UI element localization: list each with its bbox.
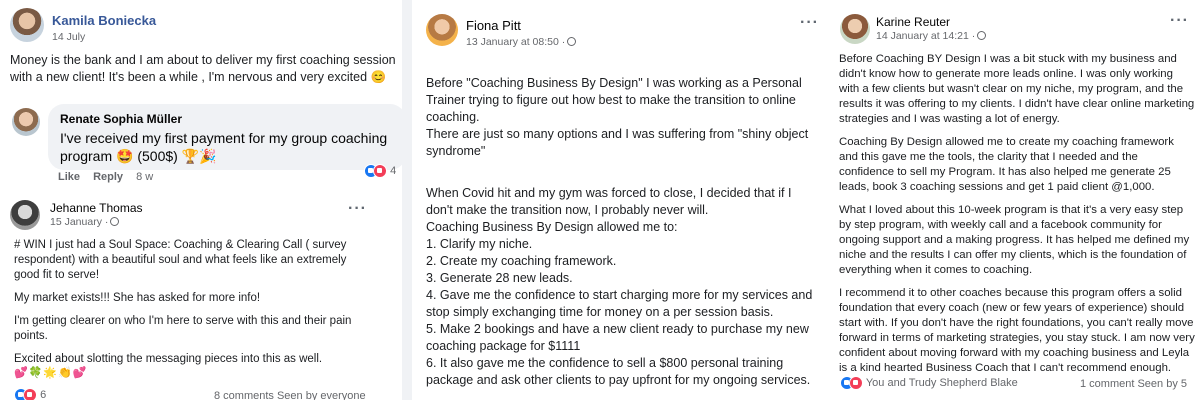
post-paragraph: Coaching By Design allowed me to create … (839, 136, 1174, 193)
comment-bubble: Renate Sophia Müller I've received my fi… (48, 104, 406, 170)
post-kamila: Kamila Boniecka 14 July ··· Money is the… (0, 0, 420, 192)
comment-reply-button[interactable]: Reply (93, 171, 123, 183)
love-reaction-icon (373, 164, 387, 178)
comment-reaction-count: 4 (390, 164, 397, 177)
post-footer-stats[interactable]: 8 comments Seen by everyone (214, 390, 366, 400)
post-text: Before "Coaching Business By Design" I w… (426, 58, 818, 400)
love-reaction-icon (23, 388, 37, 400)
reaction-count: 6 (40, 388, 47, 400)
column-divider (402, 0, 412, 400)
more-options-icon[interactable]: ··· (348, 201, 367, 217)
comment-time[interactable]: 8 w (136, 171, 153, 183)
more-options-icon[interactable]: ··· (1170, 13, 1189, 29)
avatar[interactable] (840, 14, 870, 44)
post-paragraph: I'm getting clearer on who I'm here to s… (14, 315, 352, 342)
comment-avatar[interactable] (12, 108, 40, 136)
post-text: Money is the bank and I am about to deli… (10, 53, 396, 84)
comment-actions: Like Reply 8 w (58, 171, 163, 183)
post-footer-stats[interactable]: 1 comment Seen by 5 (1080, 378, 1187, 390)
post-jehanne: Jehanne Thomas 15 January · ··· # WIN I … (0, 192, 382, 400)
author-name[interactable]: Karine Reuter (876, 15, 950, 29)
post-paragraph: # WIN I just had a Soul Space: Coaching … (14, 239, 347, 281)
author-name[interactable]: Fiona Pitt (466, 18, 521, 33)
globe-icon (567, 37, 577, 46)
post-paragraph: Before "Coaching Business By Design" I w… (426, 76, 809, 158)
post-text: Before Coaching BY Design I was a bit st… (839, 52, 1195, 384)
comment-author[interactable]: Renate Sophia Müller (60, 112, 394, 126)
comment-like-button[interactable]: Like (58, 171, 80, 183)
post-date[interactable]: 13 January at 08:50 · (466, 36, 577, 48)
post-reactions[interactable]: You and Trudy Shepherd Blake (840, 376, 1018, 390)
emoji-row: 💕🍀🌟👏💕 (14, 367, 88, 379)
post-date[interactable]: 14 January at 14:21 · (876, 30, 987, 42)
post-reactions[interactable]: 6 (14, 388, 46, 400)
avatar[interactable] (10, 8, 44, 42)
post-text: # WIN I just had a Soul Space: Coaching … (14, 238, 366, 375)
post-date[interactable]: 15 January · (50, 216, 120, 228)
avatar[interactable] (426, 14, 458, 46)
love-reaction-icon (849, 376, 863, 390)
comment-reactions[interactable]: 4 (364, 164, 396, 178)
post-paragraph: My market exists!!! She has asked for mo… (14, 292, 261, 304)
post-paragraph: I recommend it to other coaches because … (839, 287, 1195, 374)
author-name[interactable]: Kamila Boniecka (52, 13, 156, 28)
more-options-icon[interactable]: ··· (800, 15, 819, 31)
reactions-text: You and Trudy Shepherd Blake (865, 376, 1018, 389)
post-paragraph: Before Coaching BY Design I was a bit st… (839, 53, 1195, 125)
comment-text: I've received my first payment for my gr… (60, 130, 388, 164)
post-paragraph: Excited about slotting the messaging pie… (14, 353, 323, 365)
post-paragraph: What I loved about this 10-week program … (839, 204, 1190, 276)
post-paragraph: When Covid hit and my gym was forced to … (426, 186, 813, 387)
globe-icon (110, 217, 120, 226)
globe-icon (977, 31, 987, 40)
avatar[interactable] (10, 200, 40, 230)
post-date[interactable]: 14 July (52, 31, 85, 43)
post-fiona: Fiona Pitt 13 January at 08:50 · ··· Bef… (412, 0, 830, 400)
post-karine: Karine Reuter 14 January at 14:21 · ··· … (830, 0, 1200, 400)
author-name[interactable]: Jehanne Thomas (50, 201, 143, 215)
